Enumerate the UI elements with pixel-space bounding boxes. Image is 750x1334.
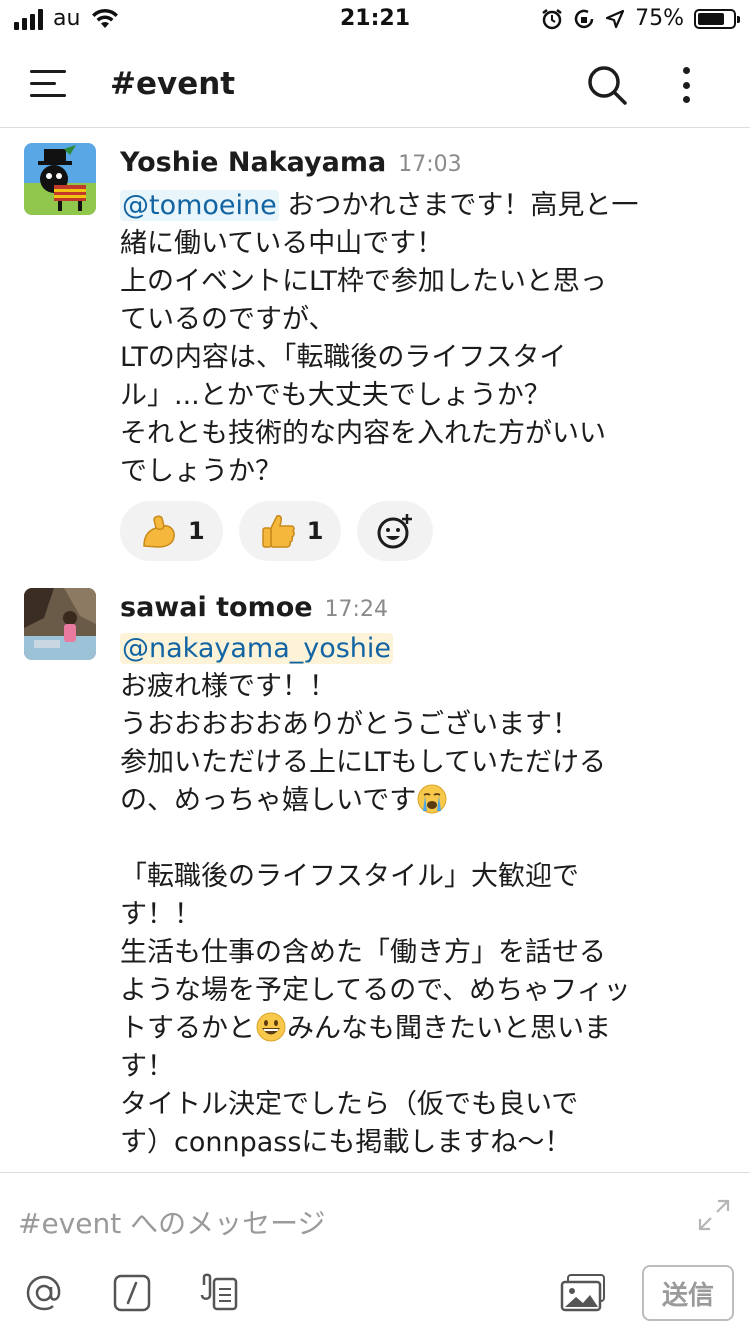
add-reaction-icon	[377, 514, 413, 549]
user-mention[interactable]: @nakayama_yoshie	[120, 633, 394, 664]
avatar[interactable]	[24, 588, 96, 660]
message-text-line: みんなも聞きたいと思いま	[287, 1013, 611, 1044]
battery-percentage: 75%	[635, 6, 684, 31]
battery-icon	[694, 8, 740, 29]
channel-title[interactable]: #event	[110, 66, 235, 102]
avatar-image	[24, 143, 96, 215]
message-body: @tomoeine おつかれさまです！高見と一 緒に働いている中山です！ 上のイ…	[120, 187, 720, 491]
more-vertical-icon[interactable]	[674, 64, 698, 106]
reaction-count: 1	[188, 517, 205, 545]
message-text-line: でしょうか？	[120, 456, 282, 487]
message-composer: 送信	[0, 1172, 750, 1334]
avatar[interactable]	[24, 143, 96, 215]
channel-header: #event	[0, 40, 750, 128]
message-text-line: 参加いただける上にLTもしていただける	[120, 747, 607, 778]
message-text-line: 「転職後のライフスタイル」大歓迎で	[120, 861, 579, 892]
message-text-line: タイトル決定でしたら（仮でも良いで	[120, 1089, 579, 1120]
message-text-line: ているのですが、	[120, 304, 336, 335]
avatar-image	[24, 588, 96, 660]
send-button[interactable]: 送信	[642, 1265, 734, 1321]
message-timestamp: 17:24	[324, 597, 388, 622]
reaction-flexed-biceps[interactable]: 1	[120, 501, 223, 561]
location-icon	[605, 9, 625, 28]
reaction-thumbs-up[interactable]: 1	[238, 501, 342, 561]
thumbs-up-icon	[261, 515, 295, 548]
photo-icon[interactable]	[560, 1273, 608, 1313]
search-icon[interactable]	[586, 64, 628, 106]
message-list[interactable]: Yoshie Nakayama 17:03 @tomoeine おつかれさまです…	[0, 129, 750, 1172]
message-text-line: 緒に働いている中山です！	[120, 228, 444, 259]
message-text-line: 生活も仕事の含めた「働き方」を話せる	[120, 937, 606, 968]
message-body: @nakayama_yoshie お疲れ様です！！ うおおおおおありがとうござい…	[120, 630, 720, 1162]
hamburger-icon[interactable]	[30, 68, 66, 100]
message-text-line: す！	[120, 1051, 174, 1082]
status-bar: au 21:21 75%	[0, 0, 750, 40]
message-text-line: LTの内容は、「転職後のライフスタイ	[120, 342, 567, 373]
message-timestamp: 17:03	[398, 152, 462, 177]
message-text-line: お疲れ様です！！	[120, 671, 336, 702]
slash-command-icon[interactable]	[112, 1273, 152, 1313]
reaction-bar: 1 1	[120, 501, 434, 561]
message-text-line: ル」...とかでも大丈夫でしょうか？	[120, 380, 551, 411]
message-text-line: トするかと	[120, 1013, 255, 1044]
attachment-icon[interactable]	[200, 1273, 240, 1313]
at-icon[interactable]	[24, 1273, 64, 1313]
message-text-line: ような場を予定してるので、めちゃフィッ	[120, 975, 631, 1006]
loudly-crying-face-icon	[417, 784, 447, 814]
message-text-line: す）connpassにも掲載しますね〜！	[120, 1127, 572, 1158]
message-text-line: す！！	[120, 899, 201, 930]
expand-icon[interactable]	[696, 1197, 732, 1233]
message-text-line	[120, 820, 720, 858]
message-text-line: の、めっちゃ嬉しいです	[120, 785, 417, 816]
add-reaction-button[interactable]	[357, 501, 434, 561]
message-input[interactable]	[18, 1201, 658, 1245]
grinning-face-icon	[256, 1012, 286, 1042]
message-author[interactable]: sawai tomoe	[120, 592, 313, 623]
flexed-biceps-icon	[143, 515, 175, 548]
message-text-line: おつかれさまです！高見と一	[287, 190, 639, 221]
user-mention[interactable]: @tomoeine	[120, 190, 279, 221]
battery-level-fill	[698, 12, 724, 25]
message-text-line: うおおおおおありがとうございます！	[120, 709, 579, 740]
message-author[interactable]: Yoshie Nakayama	[120, 147, 386, 178]
message-text-line: 上のイベントにLT枠で参加したいと思っ	[120, 266, 607, 297]
reaction-count: 1	[306, 517, 324, 545]
message-text-line: それとも技術的な内容を入れた方がいい	[120, 418, 606, 449]
alarm-icon	[542, 8, 562, 29]
rotation-lock-icon	[574, 9, 594, 28]
